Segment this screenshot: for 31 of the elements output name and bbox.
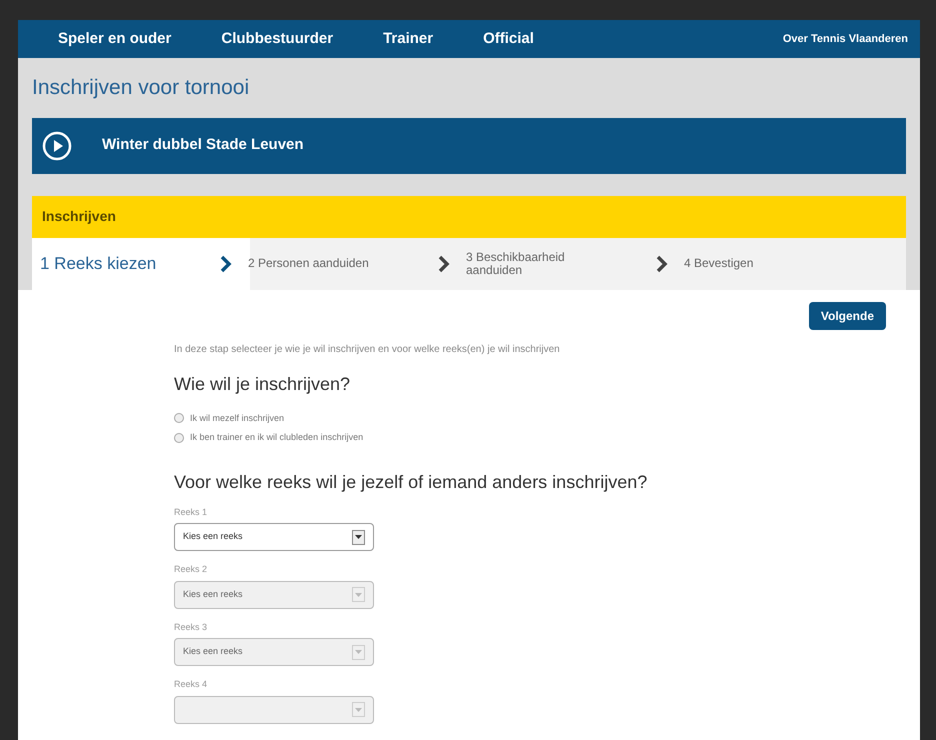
radio-label: Ik ben trainer en ik wil clubleden inschrijven bbox=[190, 431, 364, 444]
page-title: Inschrijven voor tornooi bbox=[32, 75, 250, 101]
about-link[interactable]: Over Tennis Vlaanderen bbox=[782, 30, 908, 48]
select-value: Kies een reeks bbox=[183, 645, 243, 658]
nav-link[interactable]: Speler en ouder bbox=[58, 28, 172, 50]
who-heading: Wie wil je inschrijven? bbox=[174, 372, 352, 396]
chevron-icon bbox=[220, 254, 232, 272]
nav-link[interactable]: Clubbestuurder bbox=[221, 28, 334, 50]
step-tab[interactable]: 4 Bevestigen bbox=[684, 257, 814, 270]
radio-label: Ik wil mezelf inschrijven bbox=[190, 412, 284, 425]
play-circle-icon bbox=[42, 130, 72, 160]
series-select[interactable]: Kies een reeks bbox=[174, 523, 374, 551]
select-value: Kies een reeks bbox=[183, 530, 243, 544]
radio-button[interactable] bbox=[174, 432, 184, 443]
select-value: Kies een reeks bbox=[183, 588, 243, 601]
step-tab[interactable]: 2 Personen aanduiden bbox=[248, 257, 378, 270]
field-label: Reeks 1 bbox=[174, 506, 208, 518]
field-label: Reeks 4 bbox=[174, 678, 208, 691]
nav-link[interactable]: Trainer bbox=[383, 28, 434, 50]
field-label: Reeks 3 bbox=[174, 620, 208, 634]
step-tab[interactable]: 3 Beschikbaarheid aanduiden bbox=[466, 250, 596, 276]
tournament-name: Winter dubbel Stade Leuven bbox=[102, 135, 304, 156]
series-heading: Voor welke reeks wil je jezelf of iemand anders inschrijven? bbox=[174, 470, 648, 494]
field-label: Reeks 2 bbox=[174, 563, 208, 576]
next-button[interactable]: Volgende bbox=[808, 302, 886, 330]
chevron-icon bbox=[438, 254, 450, 272]
radio-button[interactable] bbox=[174, 413, 184, 424]
intro-text: In deze stap selecteer je wie je wil inschrijven en voor welke reeks(en) je wil inschrijven bbox=[174, 342, 561, 356]
chevron-icon bbox=[656, 254, 668, 272]
section-title: Inschrijven bbox=[42, 207, 116, 226]
nav-link[interactable]: Official bbox=[483, 28, 534, 50]
